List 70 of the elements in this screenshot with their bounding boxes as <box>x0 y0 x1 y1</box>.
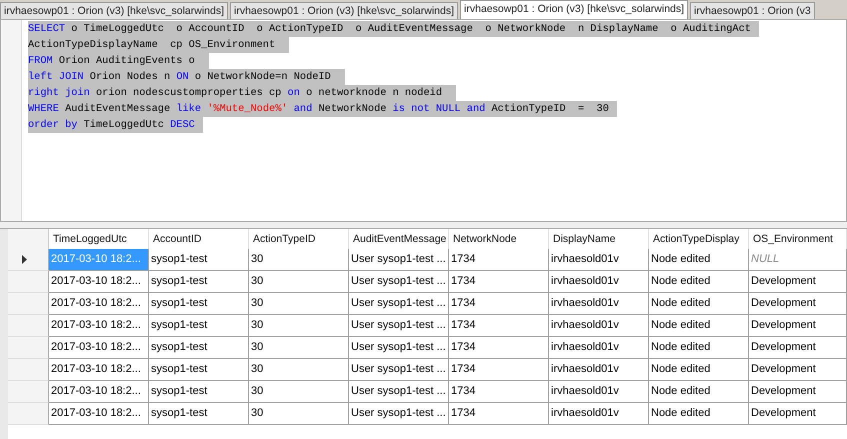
table-cell[interactable]: Development <box>749 337 847 359</box>
table-cell[interactable]: sysop1-test <box>149 359 249 381</box>
table-cell[interactable]: 2017-03-10 18:2... <box>49 293 149 315</box>
table-cell[interactable]: sysop1-test <box>149 271 249 293</box>
table-cell[interactable]: Node edited <box>649 337 749 359</box>
table-cell[interactable]: irvhaesold01v <box>549 293 649 315</box>
document-tab[interactable]: irvhaesowp01 : Orion (v3) [hke\svc_solarwinds] <box>230 2 458 19</box>
table-cell[interactable]: User sysop1-test ... <box>349 293 449 315</box>
table-cell[interactable]: Development <box>749 293 847 315</box>
table-cell[interactable]: 2017-03-10 18:2... <box>49 381 149 403</box>
table-cell[interactable]: sysop1-test <box>149 403 249 425</box>
table-cell[interactable]: 30 <box>249 271 349 293</box>
table-cell[interactable]: Node edited <box>649 359 749 381</box>
table-cell[interactable]: 30 <box>249 249 349 271</box>
table-cell[interactable]: 1734 <box>449 249 549 271</box>
table-cell[interactable]: User sysop1-test ... <box>349 381 449 403</box>
table-cell[interactable]: 1734 <box>449 403 549 425</box>
table-cell[interactable]: Development <box>749 359 847 381</box>
table-cell[interactable]: 2017-03-10 18:2... <box>49 403 149 425</box>
table-cell[interactable]: irvhaesold01v <box>549 403 649 425</box>
table-cell[interactable]: irvhaesold01v <box>549 381 649 403</box>
table-cell[interactable]: 30 <box>249 359 349 381</box>
table-cell[interactable]: User sysop1-test ... <box>349 271 449 293</box>
table-cell[interactable]: Node edited <box>649 315 749 337</box>
table-cell[interactable]: Node edited <box>649 271 749 293</box>
table-cell[interactable]: sysop1-test <box>149 249 249 271</box>
table-cell[interactable]: 1734 <box>449 271 549 293</box>
table-cell[interactable]: irvhaesold01v <box>549 359 649 381</box>
table-cell[interactable]: irvhaesold01v <box>549 315 649 337</box>
table-cell[interactable]: irvhaesold01v <box>549 271 649 293</box>
table-cell[interactable]: Node edited <box>649 381 749 403</box>
table-cell[interactable]: irvhaesold01v <box>549 249 649 271</box>
table-cell[interactable]: 30 <box>249 337 349 359</box>
table-cell[interactable]: 30 <box>249 293 349 315</box>
table-cell[interactable]: User sysop1-test ... <box>349 359 449 381</box>
table-cell[interactable]: Node edited <box>649 293 749 315</box>
table-cell[interactable]: sysop1-test <box>149 293 249 315</box>
table-cell[interactable]: 1734 <box>449 381 549 403</box>
current-row-icon <box>22 255 27 264</box>
table-cell[interactable]: Development <box>749 381 847 403</box>
table-cell[interactable]: User sysop1-test ... <box>349 249 449 271</box>
table-cell[interactable]: Development <box>749 271 847 293</box>
table-cell[interactable]: irvhaesold01v <box>549 337 649 359</box>
table-cell[interactable]: 1734 <box>449 337 549 359</box>
table-cell[interactable]: sysop1-test <box>149 381 249 403</box>
table-cell[interactable]: Node edited <box>649 403 749 425</box>
table-cell[interactable]: 1734 <box>449 359 549 381</box>
table-cell[interactable]: 30 <box>249 381 349 403</box>
row-header[interactable] <box>8 249 49 271</box>
table-cell[interactable]: 2017-03-10 18:2... <box>49 271 149 293</box>
table-cell[interactable]: Development <box>749 315 847 337</box>
document-tab[interactable]: irvhaesowp01 : Orion (v3) [hke\svc_solarwinds] <box>460 0 688 19</box>
table-cell[interactable]: sysop1-test <box>149 315 249 337</box>
query-editor[interactable] <box>0 19 847 222</box>
table-cell[interactable]: User sysop1-test ... <box>349 403 449 425</box>
table-cell[interactable]: 30 <box>249 403 349 425</box>
table-cell[interactable]: NULL <box>749 249 847 271</box>
table-cell[interactable]: 2017-03-10 18:2... <box>49 359 149 381</box>
table-cell[interactable]: 1734 <box>449 315 549 337</box>
table-cell[interactable]: sysop1-test <box>149 337 249 359</box>
document-tab[interactable]: irvhaesowp01 : Orion (v3) [hke\svc_solarwinds] <box>0 2 228 19</box>
table-cell[interactable]: Node edited <box>649 249 749 271</box>
table-cell[interactable]: User sysop1-test ... <box>349 315 449 337</box>
table-cell[interactable]: 1734 <box>449 293 549 315</box>
table-cell[interactable]: 2017-03-10 18:2... <box>49 315 149 337</box>
table-cell[interactable]: 30 <box>249 315 349 337</box>
table-cell[interactable]: Development <box>749 403 847 425</box>
table-cell[interactable]: 2017-03-10 18:2... <box>49 337 149 359</box>
table-cell[interactable]: User sysop1-test ... <box>349 337 449 359</box>
document-tab[interactable]: irvhaesowp01 : Orion (v3 <box>690 2 815 19</box>
